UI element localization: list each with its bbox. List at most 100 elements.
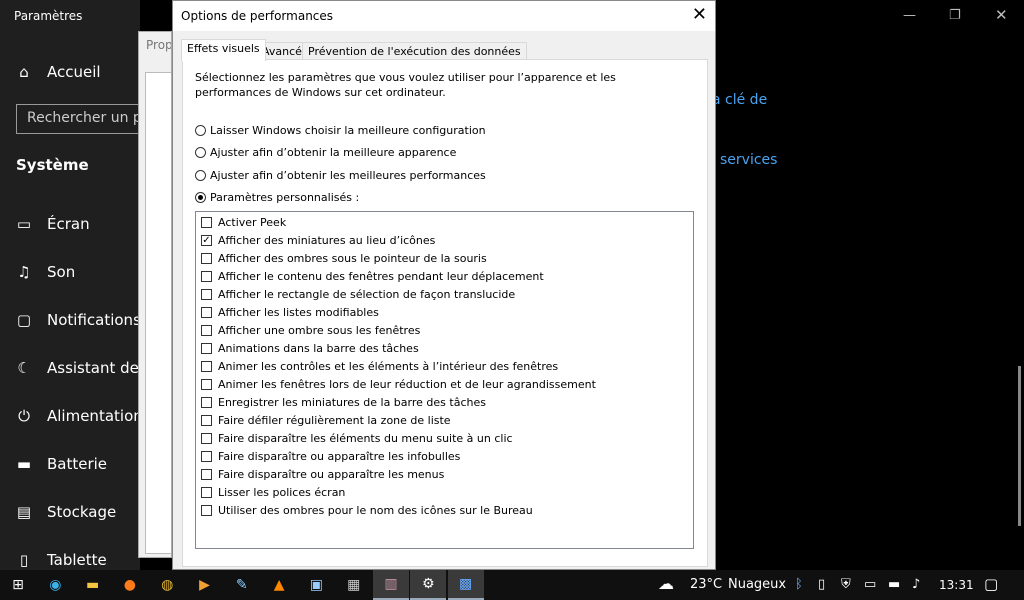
edge-icon[interactable]: ◉ [37, 570, 73, 600]
start-icon[interactable]: ⊞ [0, 570, 36, 600]
vlc-icon[interactable]: ▲ [261, 570, 297, 600]
calculator-icon[interactable]: ▦ [336, 570, 372, 600]
performance-monitor-icon[interactable]: ▩ [447, 570, 484, 600]
moon-icon: ☾ [17, 359, 31, 377]
tab-data-execution-prevention[interactable]: Prévention de l'exécution des données [302, 42, 527, 60]
effect-option-label: Afficher des miniatures au lieu d’icônes [218, 234, 436, 247]
effect-option[interactable]: Afficher les listes modifiables [201, 304, 379, 321]
effect-option[interactable]: Faire disparaître ou apparaître les menu… [201, 466, 444, 483]
radio-button[interactable] [195, 124, 206, 136]
minimize-icon[interactable]: — [903, 8, 916, 23]
checkbox[interactable] [201, 361, 212, 372]
settings-scrollbar[interactable] [1018, 366, 1021, 526]
effect-option[interactable]: ✓ Afficher des miniatures au lieu d’icône… [201, 232, 435, 249]
checkbox[interactable] [201, 487, 212, 498]
sidebar-item-4[interactable]: ⏻ Alimentation [0, 396, 160, 436]
radio-button[interactable] [195, 147, 206, 158]
effect-option[interactable]: Animer les contrôles et les éléments à l… [201, 358, 558, 375]
effect-option[interactable]: Faire défiler régulièrement la zone de l… [201, 412, 451, 429]
settings-icon[interactable]: ⚙ [410, 570, 447, 600]
file-explorer-icon[interactable]: ▬ [75, 570, 111, 600]
effect-option[interactable]: Utiliser des ombres pour le nom des icôn… [201, 502, 533, 519]
close-icon[interactable]: ✕ [692, 5, 707, 25]
checkbox[interactable] [201, 325, 212, 336]
checkbox[interactable] [201, 433, 212, 444]
radio-button[interactable] [195, 169, 206, 181]
sidebar-item-5[interactable]: ▬ Batterie [0, 444, 160, 484]
sidebar-item-label: Alimentation [47, 407, 143, 425]
close-settings-icon[interactable]: ✕ [995, 6, 1008, 24]
effect-option[interactable]: Afficher le rectangle de sélection de fa… [201, 286, 515, 303]
dialog-title: Options de performances [181, 9, 334, 23]
security-shield-icon[interactable]: ⛨ [841, 577, 851, 592]
checkbox[interactable]: ✓ [201, 235, 212, 246]
effect-option[interactable]: Faire disparaître les éléments du menu s… [201, 430, 513, 447]
radio-label: Laisser Windows choisir la meilleure con… [210, 123, 486, 137]
chrome-icon[interactable]: ◍ [149, 570, 185, 600]
right-link-key[interactable]: a clé de [712, 92, 767, 108]
checkbox[interactable] [201, 415, 212, 426]
network-icon[interactable]: ▭ [864, 577, 876, 592]
effect-option[interactable]: Afficher le contenu des fenêtres pendant… [201, 268, 544, 285]
effects-list[interactable]: Activer Peek ✓ Afficher des miniatures au … [195, 211, 694, 549]
effect-option[interactable]: Faire disparaître ou apparaître les info… [201, 448, 460, 465]
sidebar-item-1[interactable]: ♫ Son [0, 252, 160, 292]
settings-title: Paramètres [14, 9, 83, 23]
checkbox[interactable] [201, 289, 212, 300]
radio-option-2[interactable]: Ajuster afin d’obtenir les meilleures pe… [195, 167, 486, 183]
sidebar-item-6[interactable]: ▤ Stockage [0, 492, 160, 532]
effect-option[interactable]: Enregistrer les miniatures de la barre d… [201, 394, 486, 411]
checkbox[interactable] [201, 451, 212, 462]
temperature[interactable]: 23°C [690, 577, 722, 592]
radio-option-3[interactable]: Paramètres personnalisés : [195, 190, 359, 206]
sidebar-item-3[interactable]: ☾ Assistant de c [0, 348, 160, 388]
tab-visual-effects[interactable]: Effets visuels [181, 39, 266, 61]
nav-home[interactable]: ⌂ Accueil [0, 52, 160, 92]
effect-option[interactable]: Animer les fenêtres lors de leur réducti… [201, 376, 596, 393]
checkbox[interactable] [201, 505, 212, 516]
sidebar-item-2[interactable]: ▢ Notifications e [0, 300, 160, 340]
sidebar-item-label: Batterie [47, 455, 108, 473]
effect-option-label: Faire disparaître ou apparaître les menu… [218, 468, 445, 481]
effect-option-label: Animer les fenêtres lors de leur réducti… [218, 378, 596, 391]
bluetooth-icon[interactable]: ᛒ [795, 577, 803, 592]
effect-option-label: Animer les contrôles et les éléments à l… [218, 360, 559, 373]
checkbox[interactable] [201, 253, 212, 264]
winrar-icon[interactable]: ▥ [373, 570, 409, 600]
checkbox[interactable] [201, 379, 212, 390]
home-icon: ⌂ [19, 63, 29, 81]
maximize-icon[interactable]: ❐ [949, 8, 961, 23]
effect-option[interactable]: Afficher des ombres sous le pointeur de … [201, 250, 487, 267]
battery-tray-icon[interactable]: ▬ [888, 577, 900, 592]
effect-option[interactable]: Lisser les polices écran [201, 484, 345, 501]
clock[interactable]: 13:31 [939, 578, 974, 592]
checkbox[interactable] [201, 307, 212, 318]
sidebar-item-label: Assistant de c [47, 359, 152, 377]
checkbox[interactable] [201, 397, 212, 408]
effect-option[interactable]: Animations dans la barre des tâches [201, 340, 419, 357]
radio-button[interactable] [195, 192, 206, 203]
volume-icon[interactable]: ♪ [912, 577, 920, 592]
checkbox[interactable] [201, 343, 212, 354]
performance-options-dialog: Options de performances ✕ Effets visuels… [172, 0, 716, 570]
effect-option-label: Afficher le rectangle de sélection de fa… [218, 288, 516, 301]
remote-desktop-icon[interactable]: ▣ [298, 570, 334, 600]
weather-label[interactable]: Nuageux [728, 577, 786, 592]
right-link-services[interactable]: services [720, 152, 777, 168]
cloud-icon[interactable]: ☁ [658, 574, 674, 593]
paint-icon[interactable]: ✎ [224, 570, 260, 600]
radio-option-0[interactable]: Laisser Windows choisir la meilleure con… [195, 122, 486, 138]
media-player-icon[interactable]: ▶ [187, 570, 223, 600]
sidebar-item-label: Tablette [47, 551, 107, 569]
action-center-icon[interactable]: ▢ [984, 575, 998, 593]
radio-option-1[interactable]: Ajuster afin d’obtenir la meilleure appa… [195, 145, 456, 161]
firefox-icon[interactable]: ● [112, 570, 148, 600]
usb-icon[interactable]: ▯ [818, 577, 825, 592]
checkbox[interactable] [201, 469, 212, 480]
checkbox[interactable] [201, 271, 212, 282]
sidebar-item-0[interactable]: ▭ Écran [0, 204, 160, 244]
effect-option[interactable]: Activer Peek [201, 214, 286, 231]
effect-option[interactable]: Afficher une ombre sous les fenêtres [201, 322, 420, 339]
checkbox[interactable] [201, 217, 212, 228]
effect-option-label: Afficher les listes modifiables [218, 306, 379, 319]
